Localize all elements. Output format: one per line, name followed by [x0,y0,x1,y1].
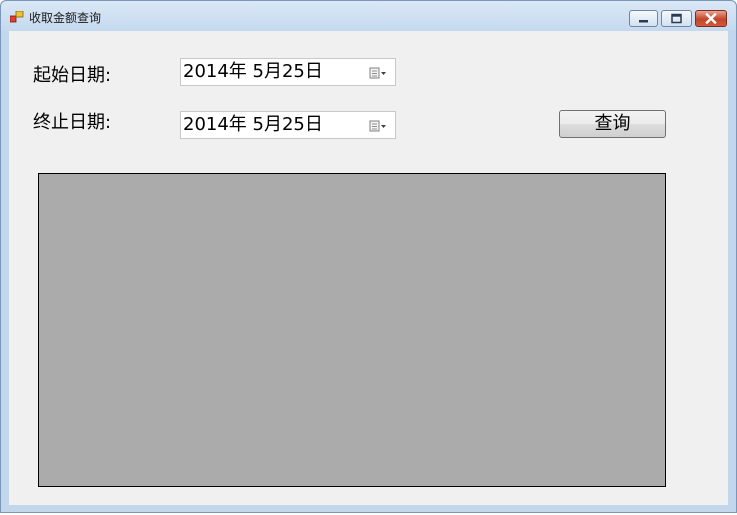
app-icon [10,11,24,23]
close-icon [705,12,717,25]
form-client-area: 起始日期: 2014年 5月25日 终止日期: 2014年 5月25日 查询 [9,31,728,505]
maximize-icon [671,13,682,24]
title-bar[interactable]: 收取金额查询 [1,1,736,31]
calendar-dropdown-icon[interactable] [369,120,389,132]
maximize-button[interactable] [661,10,692,27]
end-date-picker[interactable]: 2014年 5月25日 [180,111,396,139]
results-panel [38,173,666,487]
start-date-picker[interactable]: 2014年 5月25日 [180,58,396,86]
start-date-value: 2014年 5月25日 [183,61,323,82]
minimize-icon [639,20,648,23]
calendar-dropdown-icon[interactable] [369,67,389,79]
end-date-value: 2014年 5月25日 [183,114,323,135]
window-title: 收取金额查询 [29,11,102,25]
start-date-label: 起始日期: [33,65,112,86]
query-button[interactable]: 查询 [559,110,666,138]
app-window: 收取金额查询 起始日期: 2014年 5月25日 终止日期: 2014年 5月2… [0,0,737,513]
close-button[interactable] [695,10,727,27]
minimize-button[interactable] [629,10,658,27]
end-date-label: 终止日期: [33,112,112,133]
